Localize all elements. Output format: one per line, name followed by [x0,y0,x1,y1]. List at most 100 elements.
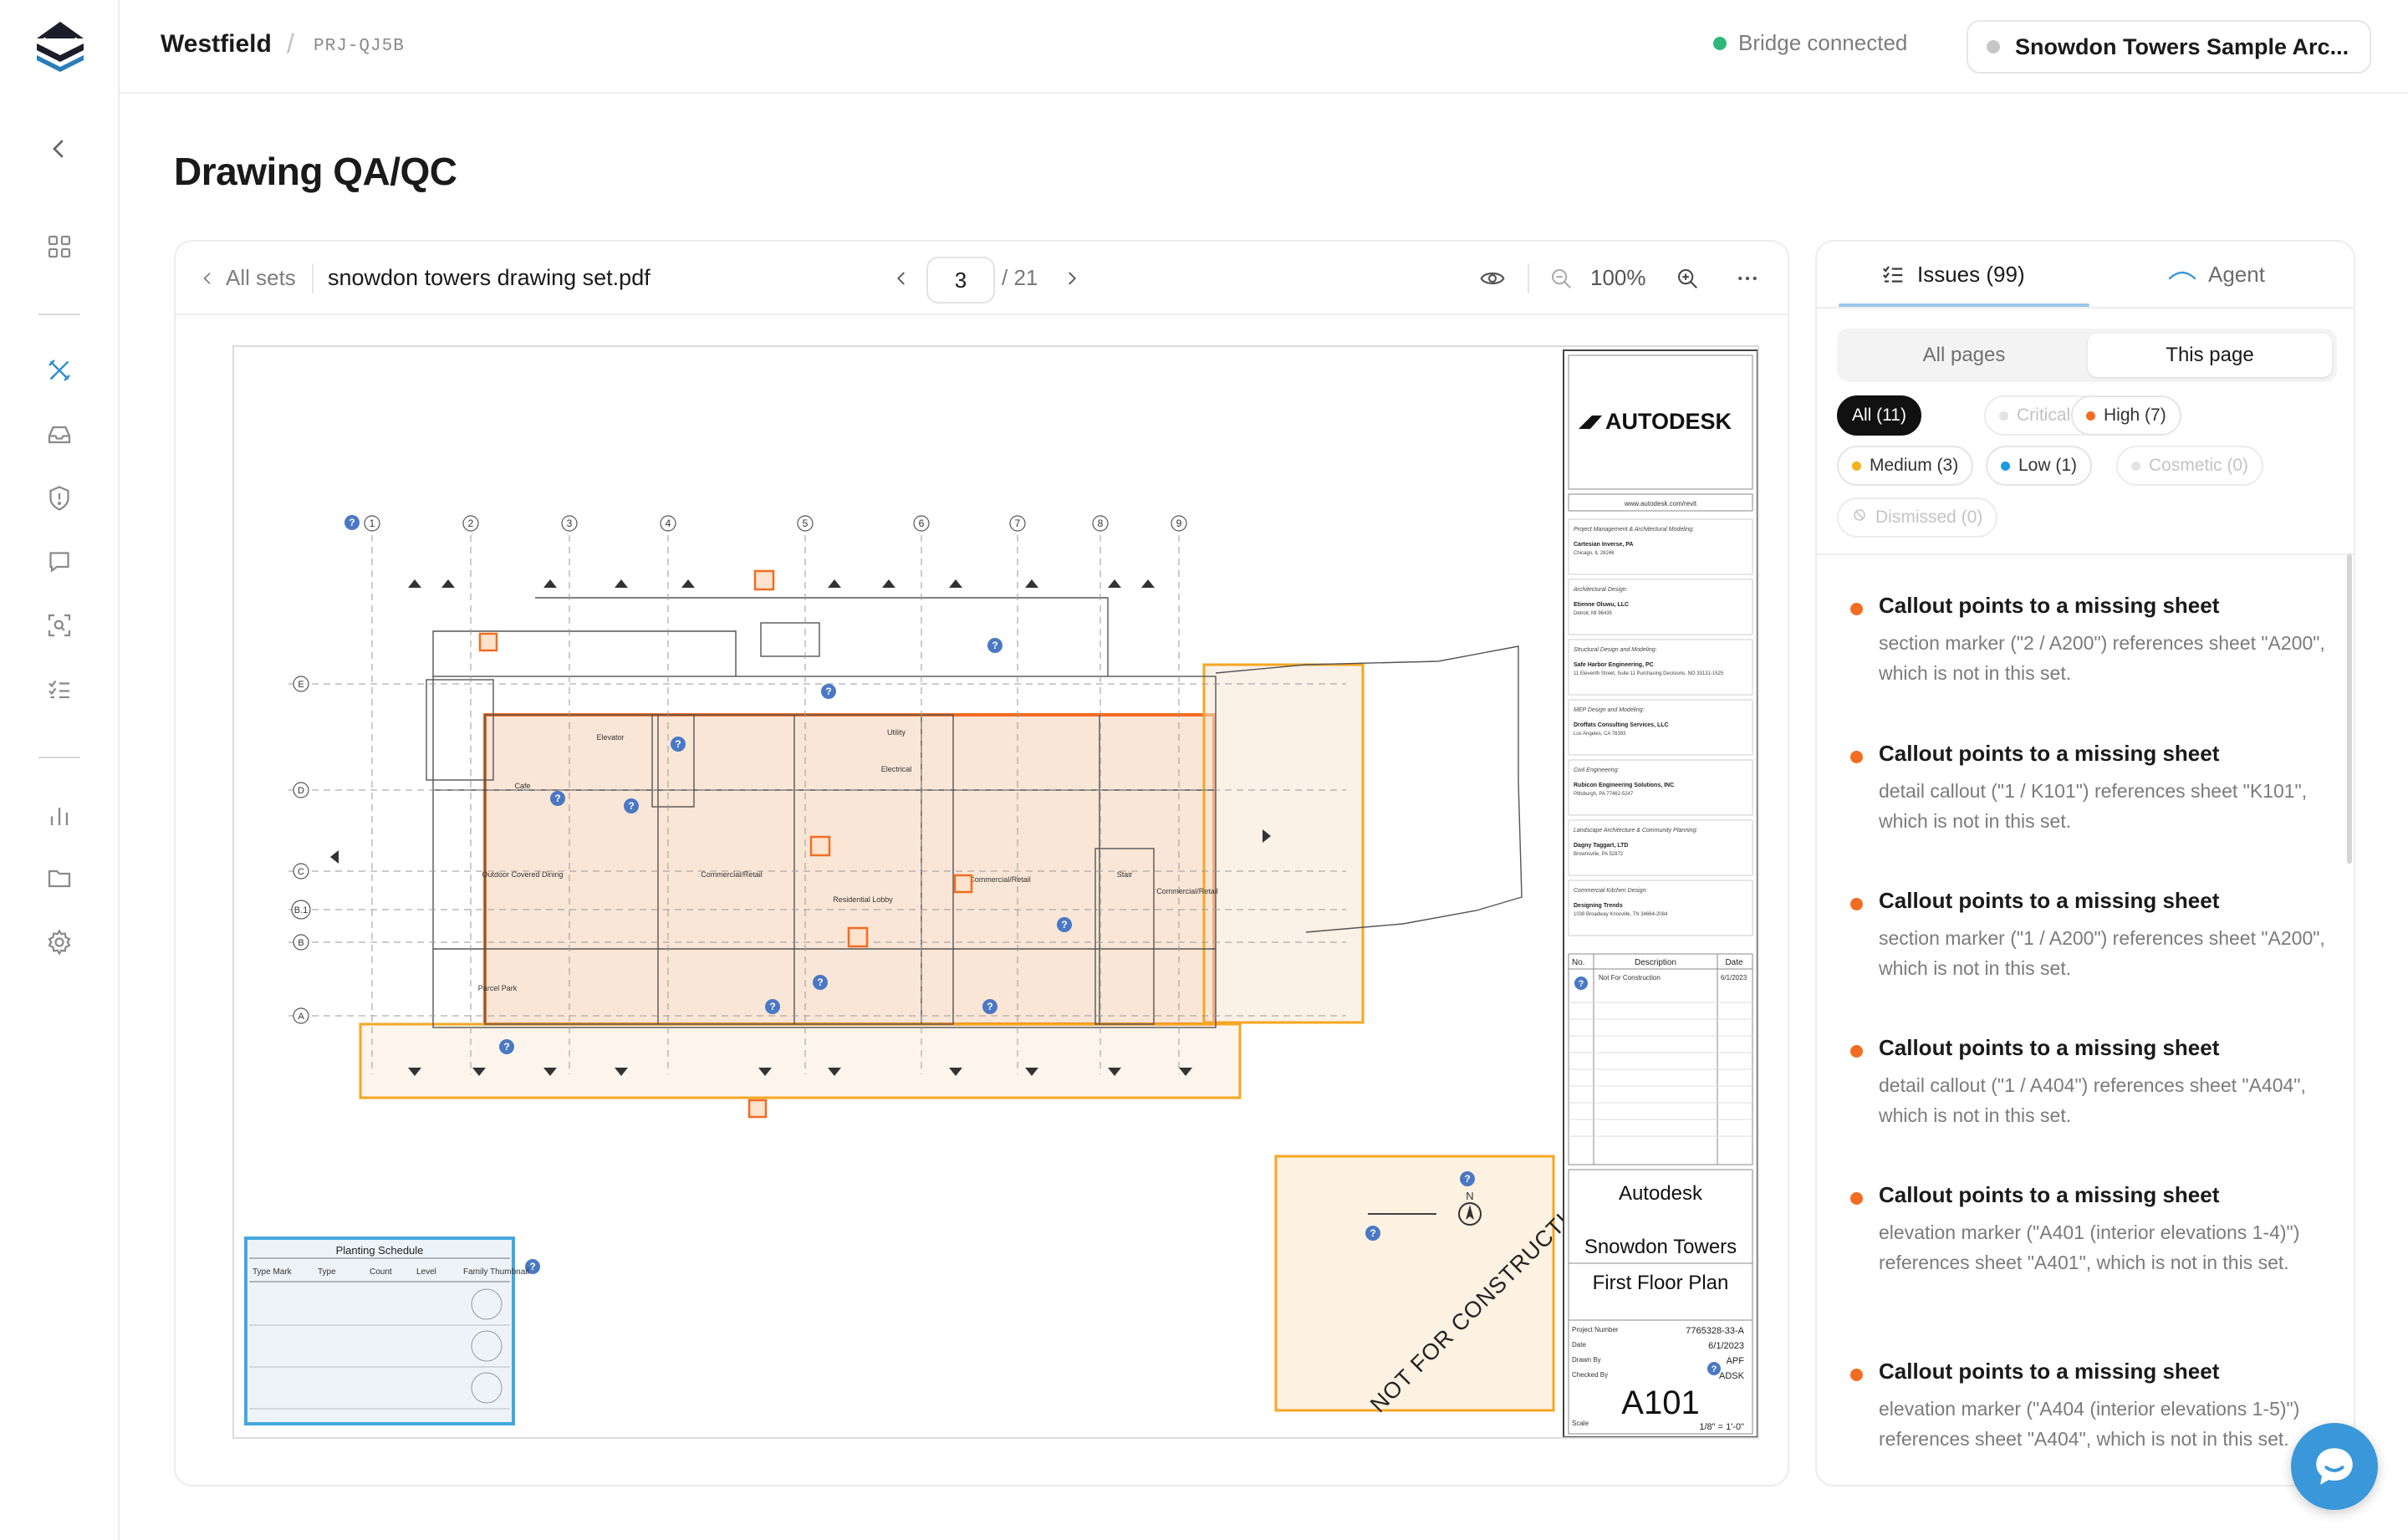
severity-high-dot-icon [1850,1192,1863,1205]
filter-chip-label: Low (1) [2018,456,2078,475]
issue-marker[interactable] [753,569,775,591]
settings-gear-icon[interactable] [40,923,79,961]
issue-highlight-region[interactable] [483,713,1216,1026]
collapse-chevron-icon[interactable] [40,130,79,168]
checked-by-label: Checked By [1572,1371,1608,1379]
zoom-level: 100% [1590,265,1646,290]
project-name: Snowdon Towers [1584,1236,1737,1258]
scan-search-icon[interactable] [40,606,79,645]
issue-description: section marker ("1 / A200") references s… [1879,927,2325,979]
project-selector-button[interactable]: Snowdon Towers Sample Arc... [1967,20,2371,74]
dashboard-grid-icon[interactable] [40,227,79,266]
severity-dot-icon [1999,410,2008,421]
consultant-role: Architectural Design: [1573,587,1628,593]
zoom-out-button[interactable] [1544,262,1578,295]
page-total: / 21 [1002,265,1038,290]
issue-marker[interactable] [953,874,973,894]
filter-chip-label: Dismissed (0) [1875,507,1983,527]
next-page-button[interactable] [1055,262,1089,295]
svg-text:?: ? [675,738,681,750]
question-marker-icon[interactable]: ? [987,638,1002,653]
question-marker-icon[interactable]: ? [1574,977,1588,990]
question-marker-icon[interactable]: ? [765,999,780,1014]
filter-chip[interactable]: Dismissed (0) [1837,497,1998,538]
issue-highlight-region[interactable] [1202,663,1365,1024]
page-number-input[interactable]: 3 [926,257,995,303]
floor-plan-canvas[interactable]: 1 2 3 4 5 6 7 8 9 E D C B.1 B A Cafe Out… [234,347,1759,1439]
consultant-address: Los Angeles, CA 78383 [1574,732,1626,737]
severity-dot-icon [2001,461,2010,471]
question-marker-icon[interactable]: ? [1460,1171,1475,1186]
consultant-name: Dagny Taggart, LTD [1574,843,1628,849]
question-marker-icon[interactable]: ? [813,975,828,990]
app-logo-icon[interactable] [33,18,87,72]
drawn-by-label: Drawn By [1572,1356,1601,1364]
shield-alert-icon[interactable] [40,479,79,518]
issue-marker[interactable] [809,835,831,857]
schedule-header: Family Thumbnail [463,1267,529,1277]
svg-text:?: ? [1464,1173,1470,1185]
all-sets-button[interactable]: All sets [199,265,296,291]
filter-chip[interactable]: Cosmetic (0) [2116,446,2264,486]
issue-marker[interactable] [847,926,869,948]
left-rail [0,0,120,1540]
question-marker-icon[interactable]: ? [1707,1362,1721,1375]
question-marker-icon[interactable]: ? [821,684,836,699]
question-marker-icon[interactable]: ? [982,999,997,1014]
drawing-sheet[interactable]: 1 2 3 4 5 6 7 8 9 E D C B.1 B A Cafe Out… [232,345,1759,1439]
svg-text:?: ? [825,686,831,697]
svg-text:?: ? [349,517,355,528]
workspace-name[interactable]: Westfield [161,30,272,59]
svg-text:?: ? [987,1001,992,1012]
folder-icon[interactable] [40,859,79,898]
all-pages-option[interactable]: All pages [1842,334,2086,377]
this-page-option[interactable]: This page [2088,334,2332,377]
checklist-icon[interactable] [40,671,79,709]
issue-description: elevation marker ("A401 (interior elevat… [1879,1221,2300,1273]
tab-agent[interactable]: Agent [2168,262,2265,288]
sheet-scale: 1/8" = 1'-0" [1699,1422,1744,1432]
question-marker-icon[interactable]: ? [624,798,639,813]
filter-chip[interactable]: Low (1) [1986,446,2093,486]
issue-marker[interactable] [478,632,498,652]
inbox-icon[interactable] [40,416,79,454]
chat-support-button[interactable] [2291,1423,2378,1510]
planting-schedule[interactable]: Planting Schedule Type Mark Type Count L… [244,1237,529,1425]
grid-number-label: 2 [468,518,474,529]
svg-text:?: ? [1712,1364,1717,1374]
question-marker-icon[interactable]: ? [550,791,565,806]
messages-icon[interactable] [40,543,79,581]
room-label: Cafe [514,782,530,790]
issue-highlight-region[interactable] [359,1022,1242,1099]
question-marker-icon[interactable]: ? [671,737,686,752]
issue-description: detail callout ("1 / A404") references s… [1879,1074,2306,1126]
breadcrumb-separator: / [287,28,294,59]
grid-number-label: 9 [1176,518,1182,529]
question-marker-icon[interactable]: ? [344,515,360,530]
drawing-qaqc-icon[interactable] [40,351,79,390]
tab-issues[interactable]: Issues (99) [1880,262,2025,288]
question-marker-icon[interactable]: ? [499,1039,514,1054]
date-label: Date [1572,1341,1586,1349]
severity-high-dot-icon [1850,898,1863,910]
svg-text:?: ? [817,977,823,988]
issue-title: Callout points to a missing sheet [1879,888,2220,913]
zoom-in-button[interactable] [1671,262,1704,295]
previous-page-button[interactable] [885,262,918,295]
more-options-button[interactable] [1731,262,1764,295]
question-marker-icon[interactable]: ? [1365,1226,1380,1241]
question-marker-icon[interactable]: ? [1057,917,1072,932]
tab-issues-label: Issues (99) [1917,262,2025,287]
title-block: AUTODESK www.autodesk.com/revit Project … [1563,349,1758,1437]
filter-chip[interactable]: All (11) [1837,395,1921,436]
analytics-icon[interactable] [40,796,79,834]
app-root: Westfield / PRJ-QJ5B Bridge connected Sn… [0,0,2408,1540]
svg-text:?: ? [529,1261,535,1272]
filter-chip[interactable]: Medium (3) [1837,446,1974,486]
issue-marker[interactable] [747,1099,768,1119]
toggle-overlay-button[interactable] [1476,262,1509,295]
filter-chip[interactable]: High (7) [2071,395,2181,436]
consultant-address: Detroit, MI 96435 [1574,611,1613,616]
schedule-header: Count [370,1267,392,1277]
scrollbar[interactable] [2347,554,2352,864]
